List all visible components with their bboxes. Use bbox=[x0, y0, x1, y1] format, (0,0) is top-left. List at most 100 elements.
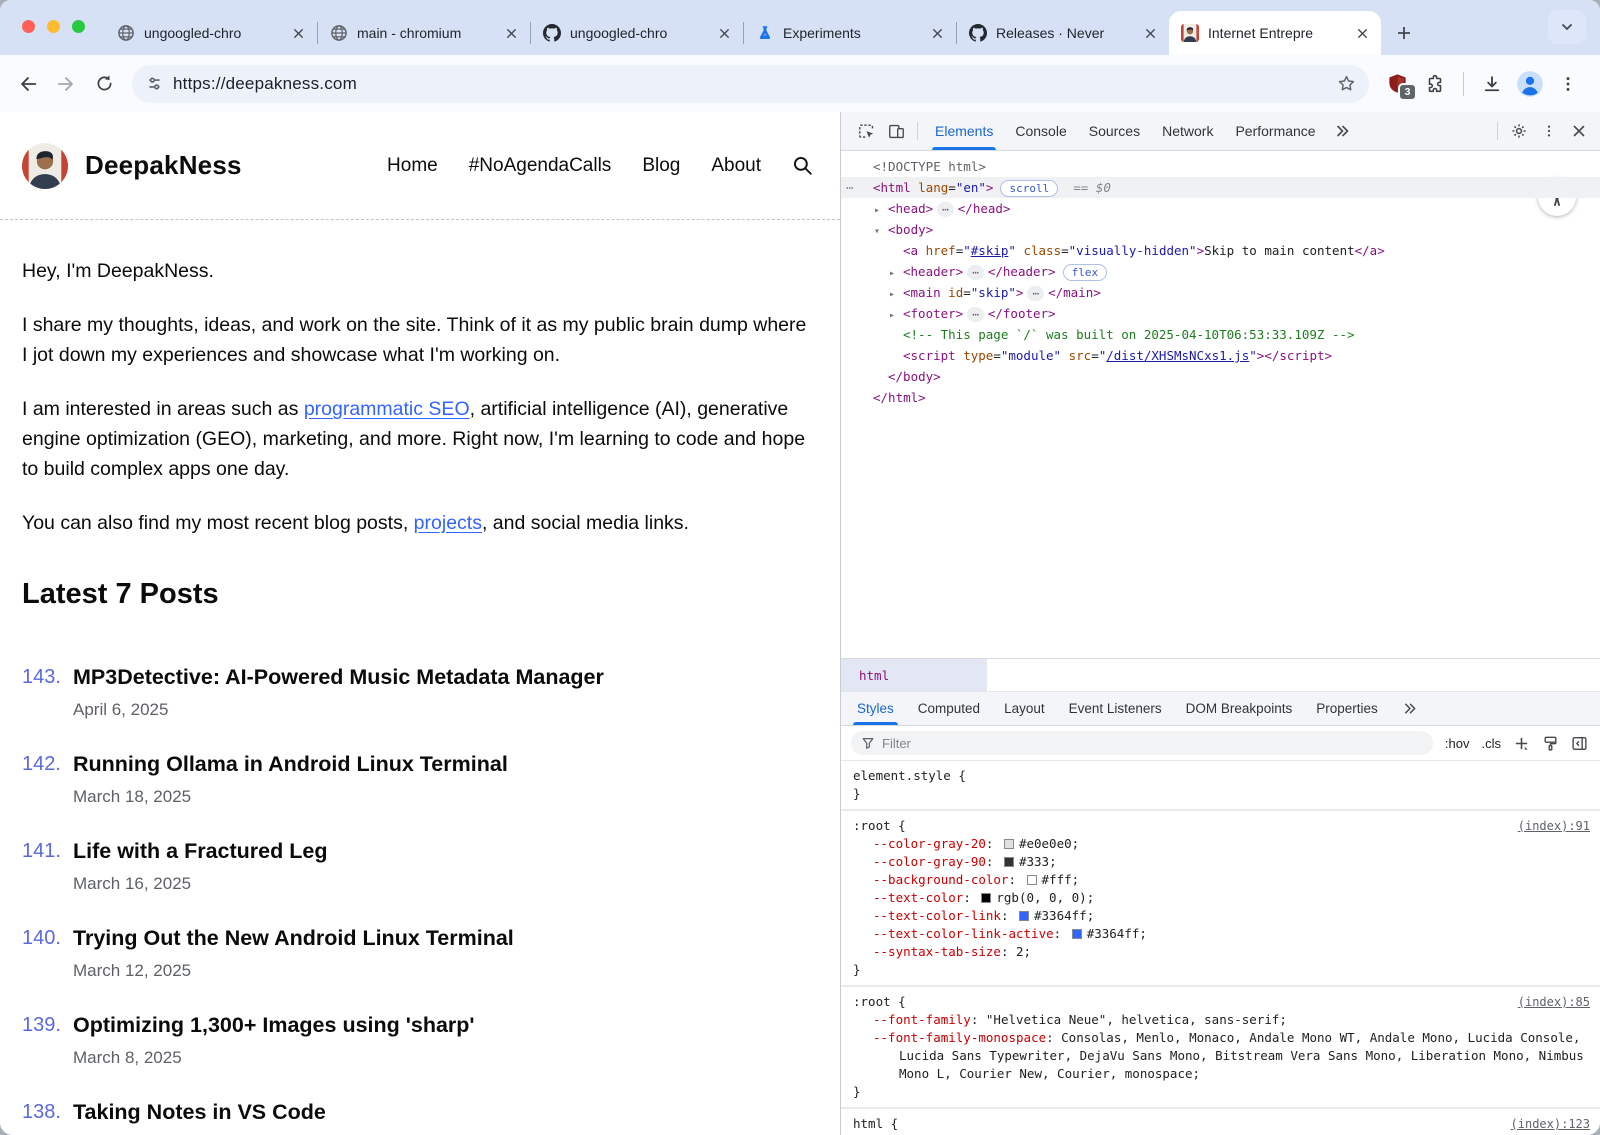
dom-tree-node[interactable]: ▸<main id="skip">⋯</main> bbox=[841, 282, 1600, 303]
post-title-link[interactable]: Optimizing 1,300+ Images using 'sharp' bbox=[73, 1011, 475, 1039]
devtools-menu-icon[interactable] bbox=[1534, 117, 1564, 145]
dom-tree-node[interactable]: ▸<header>⋯</header>flex bbox=[841, 261, 1600, 282]
profile-avatar-button[interactable] bbox=[1512, 66, 1548, 102]
post-title-link[interactable]: Taking Notes in VS Code bbox=[73, 1098, 326, 1126]
search-icon[interactable] bbox=[791, 154, 814, 177]
stylesheet-source-link[interactable]: (index):91 bbox=[1518, 817, 1590, 835]
tab-close-icon[interactable] bbox=[928, 24, 946, 42]
rendering-brush-icon[interactable] bbox=[1542, 735, 1559, 752]
maximize-window-button[interactable] bbox=[72, 20, 85, 33]
css-property-value[interactable]: #333 bbox=[1019, 854, 1049, 869]
styles-tab-computed[interactable]: Computed bbox=[906, 692, 992, 725]
browser-tab[interactable]: ungoogled-chro bbox=[105, 13, 317, 53]
tab-search-button[interactable] bbox=[1548, 10, 1586, 44]
color-swatch[interactable] bbox=[981, 893, 991, 903]
css-property-name[interactable]: --text-color-link-active bbox=[873, 926, 1054, 941]
new-tab-button[interactable] bbox=[1389, 18, 1419, 48]
styles-tab-event-listeners[interactable]: Event Listeners bbox=[1057, 692, 1174, 725]
styles-tab-styles[interactable]: Styles bbox=[845, 692, 906, 725]
post-title-link[interactable]: MP3Detective: AI-Powered Music Metadata … bbox=[73, 663, 604, 691]
site-info-icon[interactable] bbox=[146, 75, 163, 92]
reload-button[interactable] bbox=[86, 66, 122, 102]
rule-selector-line[interactable]: element.style { bbox=[853, 767, 1588, 785]
cls-toggle[interactable]: .cls bbox=[1482, 736, 1502, 751]
color-swatch[interactable] bbox=[1004, 857, 1014, 867]
browser-tab[interactable]: Releases · Never bbox=[957, 13, 1169, 53]
browser-tab[interactable]: Experiments bbox=[744, 13, 956, 53]
css-declaration[interactable]: --background-color: #fff; bbox=[853, 871, 1588, 889]
dom-tree-node[interactable]: ▾<body> bbox=[841, 219, 1600, 240]
extensions-puzzle-button[interactable] bbox=[1417, 66, 1453, 102]
inline-link[interactable]: programmatic SEO bbox=[304, 398, 470, 420]
post-title-link[interactable]: Life with a Fractured Leg bbox=[73, 837, 327, 865]
breadcrumb-html[interactable]: html bbox=[841, 659, 987, 691]
minimize-window-button[interactable] bbox=[47, 20, 60, 33]
devtools-tab-elements[interactable]: Elements bbox=[924, 112, 1004, 150]
css-property-name[interactable]: --syntax-tab-size bbox=[873, 944, 1001, 959]
forward-button[interactable] bbox=[48, 66, 84, 102]
site-title[interactable]: DeepakNess bbox=[85, 150, 242, 181]
site-logo-avatar[interactable] bbox=[22, 143, 68, 189]
rule-selector[interactable]: html bbox=[853, 1116, 883, 1131]
post-title-link[interactable]: Trying Out the New Android Linux Termina… bbox=[73, 924, 514, 952]
close-window-button[interactable] bbox=[22, 20, 35, 33]
dom-tree-node[interactable]: ▸<head>⋯</head> bbox=[841, 198, 1600, 219]
new-style-rule-icon[interactable] bbox=[1513, 735, 1530, 752]
device-toolbar-icon[interactable] bbox=[881, 117, 911, 145]
back-button[interactable] bbox=[10, 66, 46, 102]
css-property-name[interactable]: --background-color bbox=[873, 872, 1008, 887]
devtools-close-icon[interactable] bbox=[1564, 117, 1594, 145]
color-swatch[interactable] bbox=[1004, 839, 1014, 849]
rule-selector[interactable]: element.style bbox=[853, 768, 951, 783]
css-property-name[interactable]: --font-family bbox=[873, 1012, 971, 1027]
css-property-value[interactable]: rgb(0, 0, 0) bbox=[996, 890, 1086, 905]
dom-tree-node[interactable]: </html> bbox=[841, 387, 1600, 408]
post-title-link[interactable]: Running Ollama in Android Linux Terminal bbox=[73, 750, 508, 778]
dom-tree-node[interactable]: <!-- This page `/` was built on 2025-04-… bbox=[841, 324, 1600, 345]
css-declaration[interactable]: --text-color: rgb(0, 0, 0); bbox=[853, 889, 1588, 907]
browser-tab[interactable]: main - chromium bbox=[318, 13, 530, 53]
collapsed-children-button[interactable]: ⋯ bbox=[967, 307, 984, 322]
devtools-settings-gear-icon[interactable] bbox=[1504, 117, 1534, 145]
nav-link[interactable]: Blog bbox=[642, 155, 680, 177]
browser-menu-button[interactable] bbox=[1550, 66, 1586, 102]
devtools-tab-sources[interactable]: Sources bbox=[1078, 112, 1151, 150]
dom-tree-node[interactable]: ⋯<html lang="en">scroll == $0 bbox=[841, 177, 1600, 198]
dom-tree-node[interactable]: <a href="#skip" class="visually-hidden">… bbox=[841, 240, 1600, 261]
styles-tab-layout[interactable]: Layout bbox=[992, 692, 1057, 725]
tab-close-icon[interactable] bbox=[289, 24, 307, 42]
tab-close-icon[interactable] bbox=[715, 24, 733, 42]
styles-tab-dom-breakpoints[interactable]: DOM Breakpoints bbox=[1174, 692, 1305, 725]
stylesheet-source-link[interactable]: (index):123 bbox=[1511, 1115, 1590, 1133]
collapsed-children-button[interactable]: ⋯ bbox=[1027, 286, 1044, 301]
dom-tree-node[interactable]: <!DOCTYPE html> bbox=[841, 156, 1600, 177]
address-bar[interactable]: https://deepakness.com bbox=[132, 65, 1369, 103]
expand-arrow[interactable]: ▾ bbox=[874, 221, 888, 242]
rule-selector-line[interactable]: html { bbox=[853, 1115, 1588, 1133]
css-property-name[interactable]: --color-gray-20 bbox=[873, 836, 986, 851]
more-tabs-icon[interactable] bbox=[1327, 117, 1357, 145]
collapsed-children-button[interactable]: ⋯ bbox=[937, 202, 954, 217]
css-property-name[interactable]: --color-gray-90 bbox=[873, 854, 986, 869]
expand-arrow[interactable]: ▸ bbox=[889, 305, 903, 326]
tab-close-icon[interactable] bbox=[502, 24, 520, 42]
tab-close-icon[interactable] bbox=[1353, 24, 1371, 42]
devtools-tab-console[interactable]: Console bbox=[1004, 112, 1077, 150]
dom-tree-node[interactable]: <script type="module" src="/dist/XHSMsNC… bbox=[841, 345, 1600, 366]
css-property-value[interactable]: #e0e0e0 bbox=[1019, 836, 1072, 851]
rule-selector[interactable]: :root bbox=[853, 818, 891, 833]
css-property-value[interactable]: #3364ff bbox=[1034, 908, 1087, 923]
downloads-button[interactable] bbox=[1474, 66, 1510, 102]
color-swatch[interactable] bbox=[1019, 911, 1029, 921]
url-text[interactable]: https://deepakness.com bbox=[173, 74, 1326, 94]
css-declaration[interactable]: --text-color-link-active: #3364ff; bbox=[853, 925, 1588, 943]
adblock-extension-button[interactable]: 3 bbox=[1379, 66, 1415, 102]
dom-tree-node[interactable]: ▸<footer>⋯</footer> bbox=[841, 303, 1600, 324]
css-declaration[interactable]: --font-family: "Helvetica Neue", helveti… bbox=[853, 1011, 1588, 1029]
stylesheet-source-link[interactable]: (index):85 bbox=[1518, 993, 1590, 1011]
css-property-value[interactable]: #fff bbox=[1042, 872, 1072, 887]
browser-tab[interactable]: Internet Entrepre bbox=[1169, 11, 1381, 55]
browser-tab[interactable]: ungoogled-chro bbox=[531, 13, 743, 53]
inspect-element-icon[interactable] bbox=[851, 117, 881, 145]
devtools-tab-network[interactable]: Network bbox=[1151, 112, 1224, 150]
